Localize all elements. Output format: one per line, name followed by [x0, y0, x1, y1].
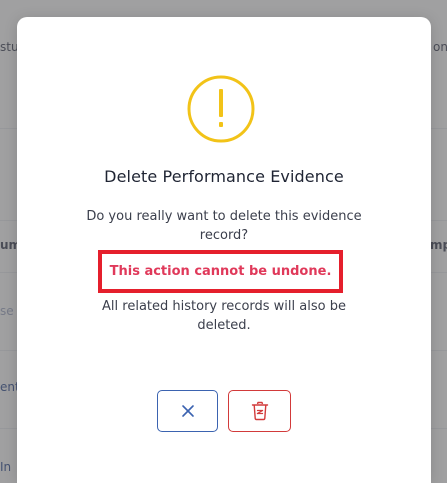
- screen: stu on um mp se ent In Delete Performanc…: [0, 0, 447, 483]
- delete-button[interactable]: [228, 390, 291, 432]
- delete-confirmation-dialog: Delete Performance Evidence Do you reall…: [17, 17, 431, 483]
- trash-icon: [251, 401, 268, 421]
- warning-highlight-box: This action cannot be undone.: [98, 250, 343, 293]
- close-icon: [181, 405, 194, 417]
- exclamation-circle-icon: [187, 75, 255, 143]
- cancel-button[interactable]: [157, 390, 218, 432]
- dialog-question: Do you really want to delete this eviden…: [86, 209, 362, 243]
- irreversible-warning-text: This action cannot be undone.: [109, 264, 332, 279]
- dialog-note: All related history records will also be…: [102, 299, 346, 333]
- dialog-title: Delete Performance Evidence: [104, 167, 344, 186]
